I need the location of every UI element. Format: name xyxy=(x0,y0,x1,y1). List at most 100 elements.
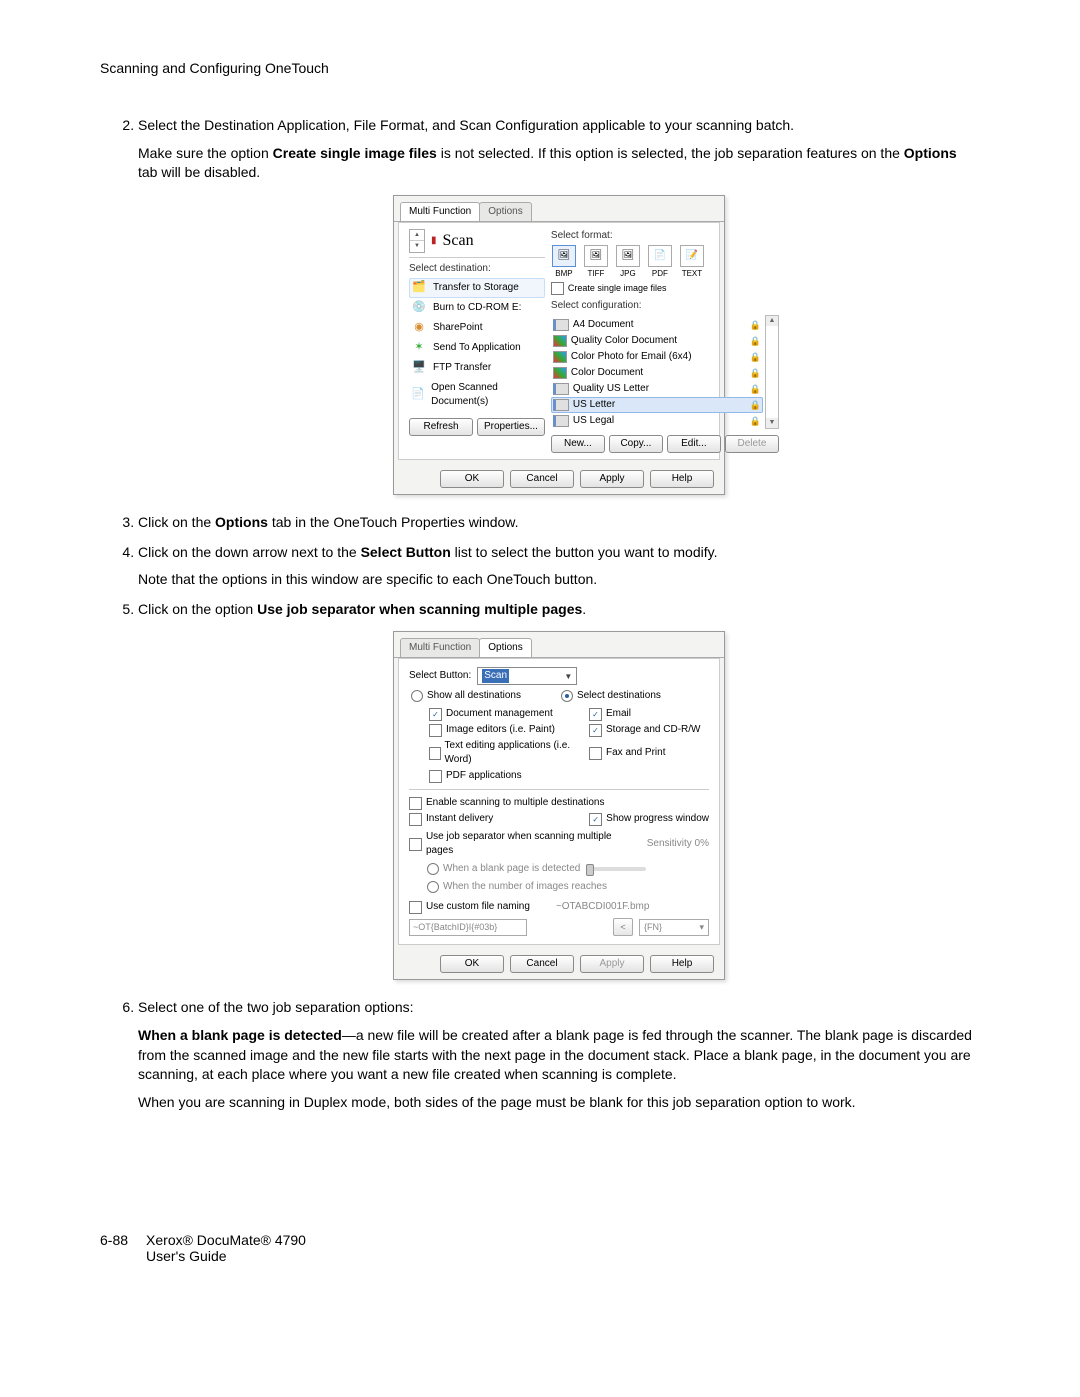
custom-pattern-input[interactable]: ~OT{BatchID}I{#03b} xyxy=(409,919,527,936)
select-format-label: Select format: xyxy=(551,229,779,243)
format-text[interactable]: 📝TEXT xyxy=(679,245,705,279)
chk-custom-naming[interactable]: Use custom file naming xyxy=(409,900,530,914)
doc-icon xyxy=(553,399,569,411)
delete-button[interactable]: Delete xyxy=(725,435,779,453)
help-button[interactable]: Help xyxy=(650,955,714,973)
t: Click on the option xyxy=(138,601,257,617)
help-button[interactable]: Help xyxy=(650,470,714,488)
apply-button[interactable]: Apply xyxy=(580,955,644,973)
step-3: Click on the Options tab in the OneTouch… xyxy=(138,513,980,533)
tab-multi-function[interactable]: Multi Function xyxy=(400,638,480,657)
properties-button[interactable]: Properties... xyxy=(477,418,545,436)
chk-label: Fax and Print xyxy=(606,746,665,760)
format-tiff[interactable]: 🖼TIFF xyxy=(583,245,609,279)
radio-select-dest[interactable]: Select destinations xyxy=(561,689,661,703)
config-scrollbar[interactable]: ▲▼ xyxy=(765,315,779,429)
cd-icon: 💿 xyxy=(411,301,427,315)
tab-options[interactable]: Options xyxy=(479,638,531,657)
radio-label: When the number of images reaches xyxy=(443,880,607,894)
chk-enable-multi[interactable]: Enable scanning to multiple destinations xyxy=(409,796,709,810)
cfg-us-letter[interactable]: US Letter🔒 xyxy=(551,397,763,413)
chk-doc-mgmt[interactable]: ✓Document management xyxy=(429,707,579,721)
dest-transfer-to-storage[interactable]: 🗂️ Transfer to Storage xyxy=(409,278,545,298)
chk-fax-print[interactable]: Fax and Print xyxy=(589,739,729,767)
format-pdf[interactable]: 📄PDF xyxy=(647,245,673,279)
create-single-row[interactable]: Create single image files xyxy=(551,282,779,295)
step-6-para2: When you are scanning in Duplex mode, bo… xyxy=(138,1093,980,1113)
cfg-a4[interactable]: A4 Document🔒 xyxy=(551,317,763,333)
scan-spinner[interactable]: ▲▼ xyxy=(409,229,425,253)
dest-label: Send To Application xyxy=(433,341,521,355)
cancel-button[interactable]: Cancel xyxy=(510,955,574,973)
ok-button[interactable]: OK xyxy=(440,955,504,973)
radio-blank-page[interactable]: When a blank page is detected xyxy=(427,862,580,876)
checkbox-icon xyxy=(429,747,441,760)
radio-image-count[interactable]: When the number of images reaches xyxy=(427,880,709,894)
tab-options[interactable]: Options xyxy=(479,202,531,221)
apply-button[interactable]: Apply xyxy=(580,470,644,488)
dest-sharepoint[interactable]: ◉SharePoint xyxy=(409,318,545,338)
folder-icon: 🗂️ xyxy=(411,281,427,295)
dest-open-scanned[interactable]: 📄Open Scanned Document(s) xyxy=(409,378,545,412)
color-icon xyxy=(553,335,567,347)
chk-progress[interactable]: ✓Show progress window xyxy=(589,812,709,826)
chk-storage[interactable]: ✓Storage and CD-R/W xyxy=(589,723,729,737)
radio-label: Select destinations xyxy=(577,689,661,703)
chk-pdf-apps[interactable]: PDF applications xyxy=(429,769,579,783)
dest-label: Open Scanned Document(s) xyxy=(431,381,543,409)
copy-button[interactable]: Copy... xyxy=(609,435,663,453)
dest-label: Transfer to Storage xyxy=(433,281,519,295)
radio-show-all[interactable]: Show all destinations xyxy=(411,689,521,703)
doc-icon xyxy=(553,383,569,395)
checkbox-icon xyxy=(551,282,564,295)
select-button-combo[interactable]: Scan ▼ xyxy=(477,667,577,685)
custom-preview: ~OTABCDI001F.bmp xyxy=(556,900,649,914)
chk-image-editors[interactable]: Image editors (i.e. Paint) xyxy=(429,723,579,737)
chk-job-separator[interactable]: Use job separator when scanning multiple… xyxy=(409,830,641,858)
chk-instant[interactable]: Instant delivery xyxy=(409,812,493,826)
scroll-up-icon[interactable]: ▲ xyxy=(766,316,778,326)
t: is not selected. If this option is selec… xyxy=(437,145,904,161)
t-bold: Create single image files xyxy=(273,145,437,161)
lock-icon: 🔒 xyxy=(750,415,761,428)
t: tab will be disabled. xyxy=(138,164,260,180)
radio-label: When a blank page is detected xyxy=(443,862,580,876)
refresh-button[interactable]: Refresh xyxy=(409,418,473,436)
ok-button[interactable]: OK xyxy=(440,470,504,488)
cfg-color-doc[interactable]: Color Document🔒 xyxy=(551,365,763,381)
dest-send-to-app[interactable]: ✶Send To Application xyxy=(409,338,545,358)
chk-text-editors[interactable]: Text editing applications (i.e. Word) xyxy=(429,739,579,767)
scan-title: Scan xyxy=(443,230,474,252)
tab-multi-function[interactable]: Multi Function xyxy=(400,202,480,221)
sens-value: 0% xyxy=(695,838,709,849)
cfg-quality-color[interactable]: Quality Color Document🔒 xyxy=(551,333,763,349)
cfg-label: Color Photo for Email (6x4) xyxy=(571,350,692,364)
chk-email[interactable]: ✓Email xyxy=(589,707,729,721)
step-4-sub: Note that the options in this window are… xyxy=(138,570,980,590)
chk-label: Use custom file naming xyxy=(426,900,530,914)
dest-burn-cd[interactable]: 💿Burn to CD-ROM E: xyxy=(409,298,545,318)
edit-button[interactable]: Edit... xyxy=(667,435,721,453)
new-button[interactable]: New... xyxy=(551,435,605,453)
checkbox-icon: ✓ xyxy=(589,708,602,721)
slider-thumb[interactable] xyxy=(586,864,594,876)
cfg-us-letter-q[interactable]: Quality US Letter🔒 xyxy=(551,381,763,397)
chk-label: PDF applications xyxy=(446,769,522,783)
pdf-icon: 📄 xyxy=(648,245,672,267)
text-icon: 📝 xyxy=(680,245,704,267)
dest-ftp[interactable]: 🖥️FTP Transfer xyxy=(409,358,545,378)
scroll-down-icon[interactable]: ▼ xyxy=(766,418,778,428)
cfg-photo-email[interactable]: Color Photo for Email (6x4)🔒 xyxy=(551,349,763,365)
cfg-us-legal[interactable]: US Legal🔒 xyxy=(551,413,763,429)
cfg-label: A4 Document xyxy=(573,318,634,332)
prev-token-button[interactable]: < xyxy=(613,918,633,936)
token-combo[interactable]: {FN}▾ xyxy=(639,919,709,936)
select-destination-label: Select destination: xyxy=(409,262,545,276)
format-jpg[interactable]: 🖼JPG xyxy=(615,245,641,279)
cancel-button[interactable]: Cancel xyxy=(510,470,574,488)
sensitivity-slider[interactable] xyxy=(586,867,646,871)
ftp-icon: 🖥️ xyxy=(411,361,427,375)
chk-label: Text editing applications (i.e. Word) xyxy=(445,739,579,767)
radio-icon xyxy=(427,881,439,893)
format-bmp[interactable]: 🖼BMP xyxy=(551,245,577,279)
